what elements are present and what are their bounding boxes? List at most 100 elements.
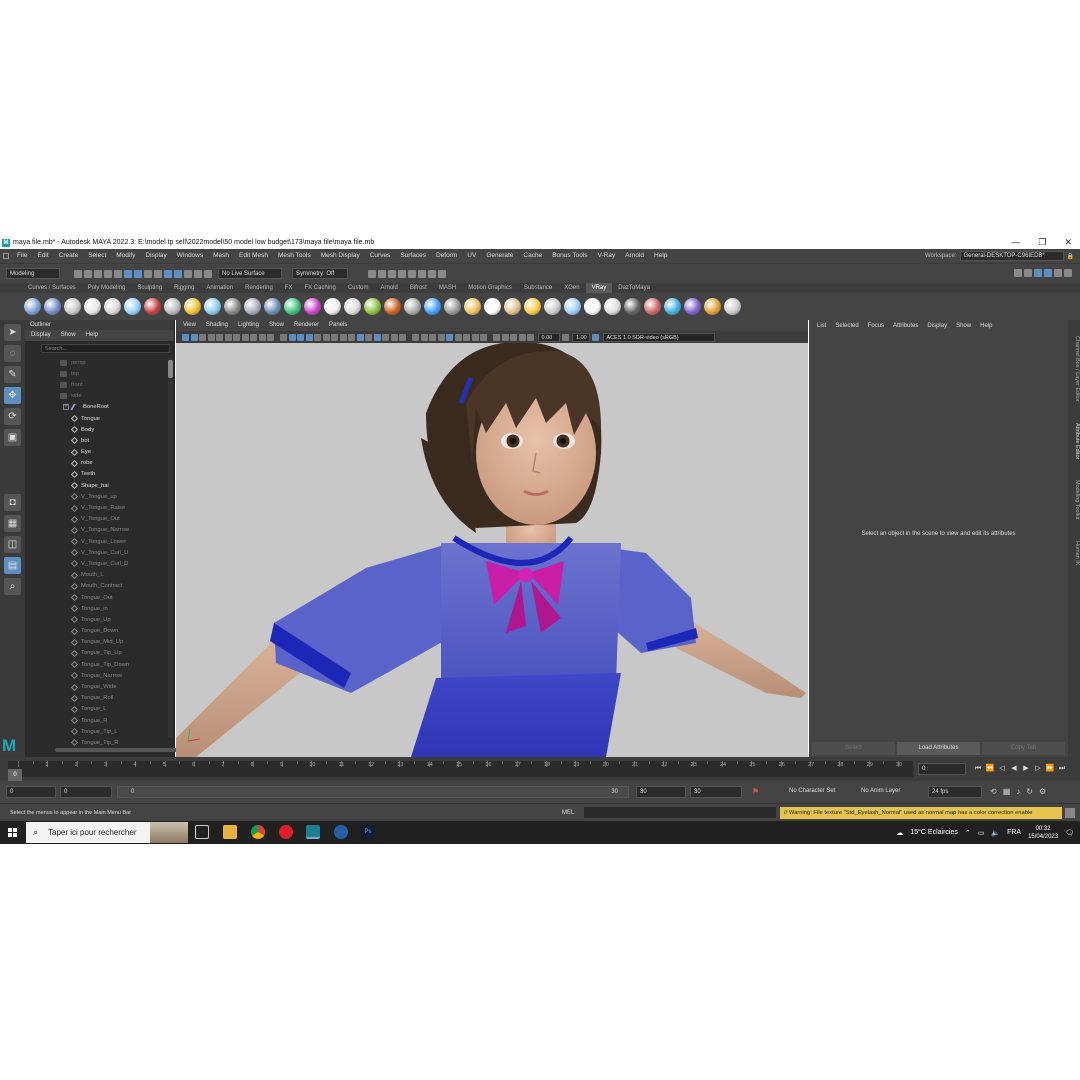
viewport-tool-26-icon[interactable]: [399, 333, 406, 341]
shelf-tab-daztomaya[interactable]: DazToMaya: [612, 283, 656, 293]
vray-scene-icon[interactable]: [223, 298, 241, 315]
outliner-item-teeth[interactable]: Teeth: [25, 469, 165, 480]
snap-surface-icon[interactable]: [194, 269, 202, 278]
vray-decal-icon[interactable]: [323, 298, 341, 315]
viewport-menu-renderer[interactable]: Renderer: [289, 320, 324, 331]
viewport-tool-15-icon[interactable]: [305, 333, 313, 341]
outliner-item-tongue-tip-up[interactable]: Tongue_Tip_Up: [25, 648, 165, 659]
outliner-item-tongue-mid-up[interactable]: Tongue_Mid_Up: [25, 637, 165, 648]
shelf-tab-custom[interactable]: Custom: [342, 283, 375, 293]
outliner-camera-side[interactable]: side: [25, 391, 165, 402]
outliner-item-tongue-wide[interactable]: Tongue_Wide: [25, 681, 165, 692]
chrome-icon[interactable]: [251, 825, 265, 839]
weather-text[interactable]: 15°C Eclaircies: [910, 829, 958, 836]
go-to-start-icon[interactable]: ⏮: [973, 764, 983, 774]
vray-proxy-icon[interactable]: [163, 298, 181, 315]
viewport-tool-5-icon[interactable]: [216, 333, 223, 341]
near-clip-field[interactable]: 0.00: [537, 332, 560, 342]
live-surface-field[interactable]: No Live Surface: [218, 268, 282, 279]
colorspace-icon[interactable]: [592, 333, 599, 341]
viewport-tool-28-icon[interactable]: [420, 333, 428, 341]
outliner-item-bot[interactable]: bot: [25, 435, 165, 446]
command-input[interactable]: [584, 807, 776, 818]
ae-load-attributes-button[interactable]: Load Attributes: [897, 742, 980, 755]
channel-box-icon[interactable]: [1034, 269, 1042, 277]
go-to-end-icon[interactable]: ⏭: [1057, 764, 1067, 774]
vray-render-icon[interactable]: [643, 298, 661, 315]
tearoff-icon[interactable]: [0, 253, 12, 259]
menu-mesh-display[interactable]: Mesh Display: [316, 249, 365, 263]
viewport-tool-35-icon[interactable]: [480, 333, 487, 341]
save-scene-icon[interactable]: [94, 269, 102, 278]
viewport-tool-37-icon[interactable]: [501, 333, 509, 341]
outliner-scrollbar[interactable]: [168, 358, 173, 738]
maya-taskbar-icon[interactable]: [306, 825, 320, 839]
ae-menu-show[interactable]: Show: [956, 320, 971, 333]
outliner-item-tongue-out[interactable]: Tongue_Out: [25, 592, 165, 603]
vray-frame-buffer-icon[interactable]: [623, 298, 641, 315]
step-forward-key-icon[interactable]: ⏩: [1045, 764, 1055, 774]
outliner-item-v-tongue-lower[interactable]: V_Tongue_Lower: [25, 536, 165, 547]
vray-clipper-icon[interactable]: [343, 298, 361, 315]
play-forwards-icon[interactable]: ▶: [1021, 764, 1031, 774]
shelf-tab-animation[interactable]: Animation: [200, 283, 239, 293]
vray-environment-icon[interactable]: [423, 298, 441, 315]
menu-select[interactable]: Select: [83, 249, 111, 263]
playback-end-field[interactable]: 30: [636, 786, 686, 798]
outliner-item-tongue-tip-down[interactable]: Tongue_Tip_Down: [25, 659, 165, 670]
vray-light-select-icon[interactable]: [463, 298, 481, 315]
menu-arnold[interactable]: Arnold: [620, 249, 649, 263]
select-object-icon[interactable]: [134, 269, 142, 278]
current-frame-field[interactable]: 0: [918, 763, 966, 775]
shelf-tab-sculpting[interactable]: Sculpting: [131, 283, 168, 293]
vray-ipr-icon[interactable]: [428, 269, 436, 278]
vray-sphere-grey-icon[interactable]: [603, 298, 621, 315]
viewport-tool-1-icon[interactable]: [182, 333, 189, 341]
vray-cloud-icon[interactable]: [663, 298, 681, 315]
viewport-tool-40-icon[interactable]: [527, 333, 534, 341]
vray-volume-icon[interactable]: [203, 298, 221, 315]
vray-texture-palette-icon[interactable]: [703, 298, 721, 315]
range-bar[interactable]: 0 30: [117, 786, 629, 798]
network-icon[interactable]: ▭: [978, 829, 985, 837]
outliner-item-v-tongue-narrow[interactable]: V_Tongue_Narrow: [25, 525, 165, 536]
tab-channel-box[interactable]: Channel Box / Layer Editor: [1068, 324, 1080, 414]
viewport-tool-4-icon[interactable]: [207, 333, 215, 341]
cache-icon[interactable]: ▦: [1003, 787, 1011, 796]
outliner-menu-help[interactable]: Help: [86, 330, 98, 341]
viewport-tool-38-icon[interactable]: [510, 333, 517, 341]
outliner-item-v-tongue-out[interactable]: V_Tongue_Out: [25, 514, 165, 525]
scale-tool-icon[interactable]: ▣: [4, 429, 21, 446]
vray-sphere-light-icon[interactable]: [63, 298, 81, 315]
gamma-icon[interactable]: [561, 333, 569, 341]
animation-start-field[interactable]: 0: [6, 786, 56, 798]
vray-grid-icon[interactable]: [243, 298, 261, 315]
symmetry-dropdown[interactable]: Symmetry: Off: [292, 268, 348, 279]
minimize-button[interactable]: —: [1011, 236, 1020, 249]
shelf-tab-substance[interactable]: Substance: [518, 283, 558, 293]
outliner-item-tongue-r[interactable]: Tongue_R: [25, 715, 165, 726]
menu-generate[interactable]: Generate: [481, 249, 518, 263]
outliner-item-v-tongue-raise[interactable]: V_Tongue_Raise: [25, 502, 165, 513]
loop-icon[interactable]: ⟲: [990, 787, 997, 796]
outliner-menu-display[interactable]: Display: [31, 330, 51, 341]
vray-color-palette-icon[interactable]: [683, 298, 701, 315]
viewport-tool-22-icon[interactable]: [365, 333, 372, 341]
ae-select-button[interactable]: Select: [812, 742, 895, 755]
menu-deform[interactable]: Deform: [431, 249, 462, 263]
outliner-search-input[interactable]: Search...: [41, 344, 170, 353]
sound-icon[interactable]: ♪: [1016, 787, 1020, 796]
shelf-tab-vray[interactable]: VRay: [585, 283, 613, 293]
two-view-layout-icon[interactable]: ◫: [4, 536, 21, 553]
vray-frame-icon[interactable]: [418, 269, 426, 278]
opera-icon[interactable]: [279, 825, 293, 839]
expand-icon[interactable]: +: [63, 404, 69, 411]
menu-cache[interactable]: Cache: [518, 249, 547, 263]
outliner-item-tongue-tip-r[interactable]: Tongue_Tip_R: [25, 737, 165, 748]
script-editor-icon[interactable]: [1065, 808, 1075, 818]
tray-chevron-icon[interactable]: ⌃: [965, 829, 971, 837]
fps-dropdown[interactable]: 24 fps: [928, 786, 982, 798]
vray-create-light-icon[interactable]: [23, 298, 41, 315]
search-icon[interactable]: ⌕: [4, 578, 21, 595]
lock-icon[interactable]: 🔒: [1067, 253, 1074, 260]
